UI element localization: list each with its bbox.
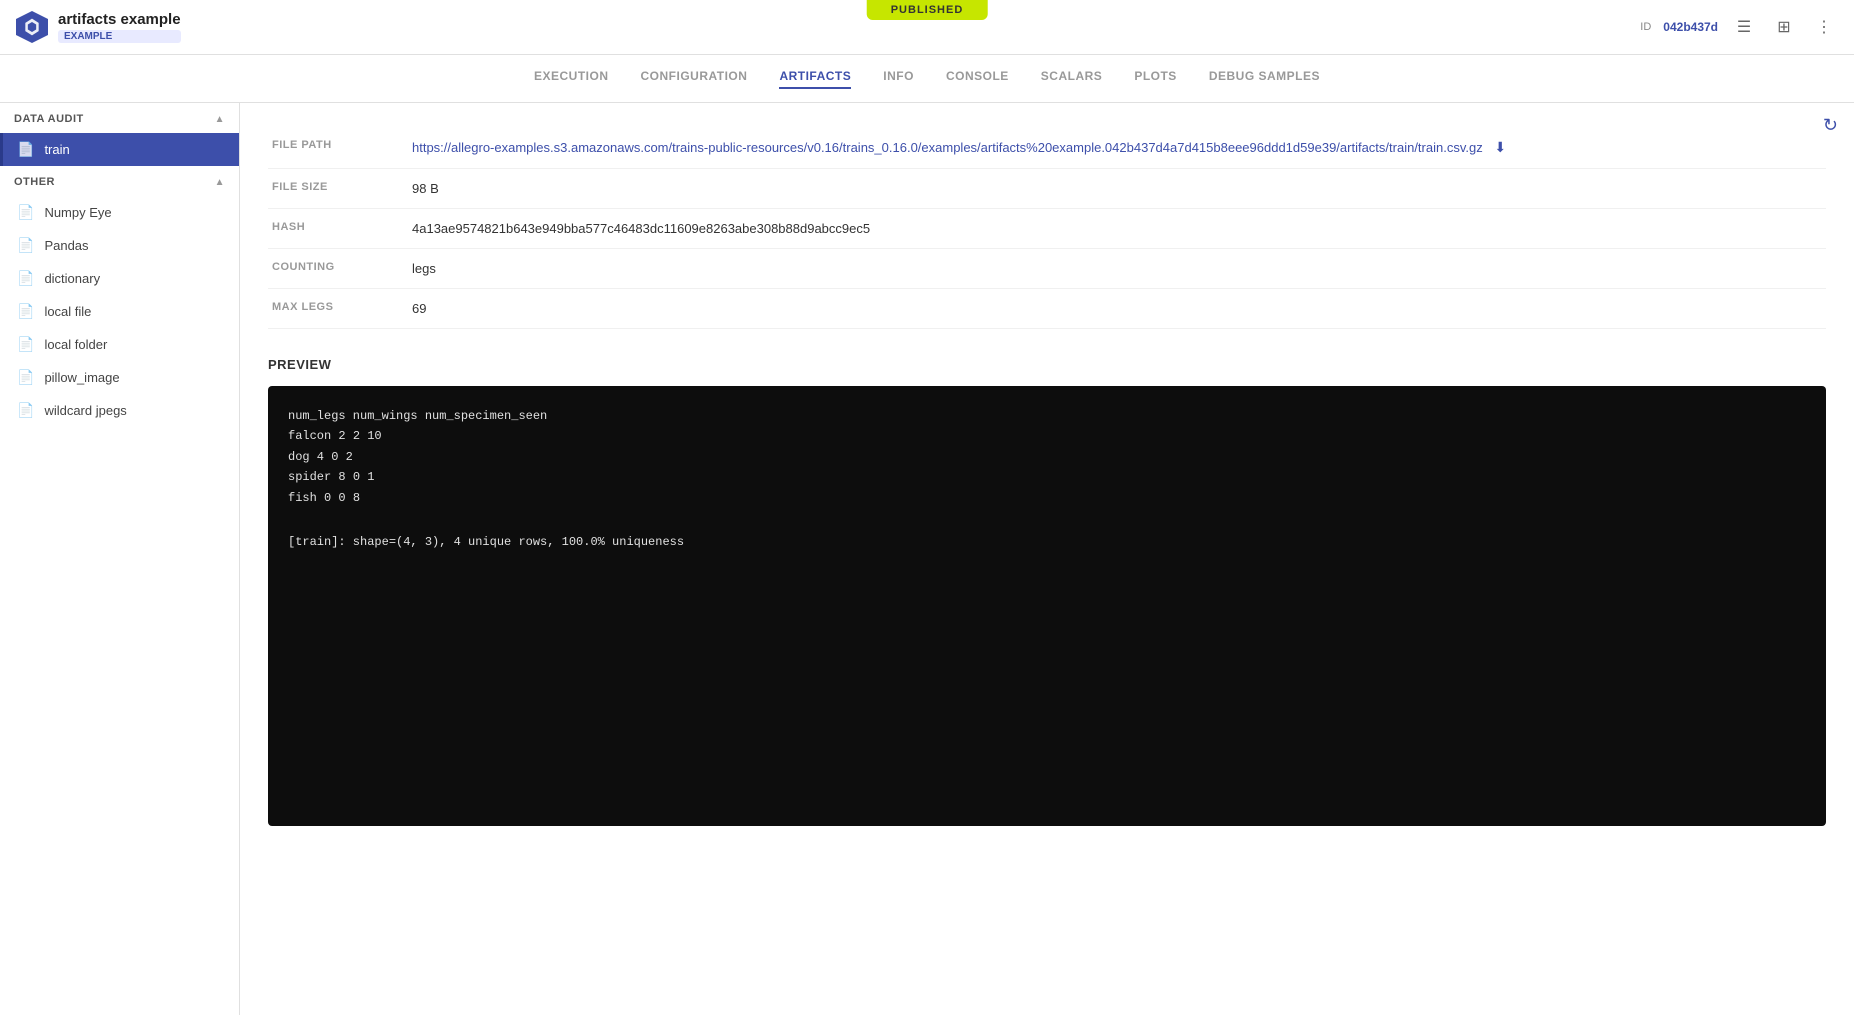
sidebar-item-dictionary[interactable]: 📄 dictionary [0, 262, 239, 295]
file-size-label: FILE SIZE [268, 169, 408, 209]
max-legs-value: 69 [408, 289, 1826, 329]
file-icon-pandas: 📄 [17, 237, 34, 254]
other-chevron: ▲ [215, 177, 225, 188]
id-label: ID [1640, 21, 1651, 33]
sidebar-item-pandas[interactable]: 📄 Pandas [0, 229, 239, 262]
id-value[interactable]: 042b437d [1663, 20, 1718, 34]
sidebar-item-local-file-label: local file [44, 304, 91, 319]
tab-configuration[interactable]: CONFIGURATION [641, 69, 748, 89]
sidebar-item-local-file[interactable]: 📄 local file [0, 295, 239, 328]
content-area: FILE PATH https://allegro-examples.s3.am… [240, 103, 1854, 1015]
tab-execution[interactable]: EXECUTION [534, 69, 609, 89]
file-icon-wildcard-jpegs: 📄 [17, 402, 34, 419]
file-icon-pillow-image: 📄 [17, 369, 34, 386]
file-path-label: FILE PATH [268, 127, 408, 169]
sidebar: DATA AUDIT ▲ 📄 train OTHER ▲ 📄 Numpy Eye… [0, 103, 240, 1015]
other-label: OTHER [14, 176, 55, 188]
tab-artifacts[interactable]: ARTIFACTS [779, 69, 851, 89]
menu-icon[interactable]: ⋮ [1810, 13, 1838, 41]
preview-box: num_legs num_wings num_specimen_seen fal… [268, 386, 1826, 826]
sidebar-item-pillow-image-label: pillow_image [44, 370, 119, 385]
sidebar-item-local-folder[interactable]: 📄 local folder [0, 328, 239, 361]
other-section-header[interactable]: OTHER ▲ [0, 166, 239, 196]
artifact-info-table: FILE PATH https://allegro-examples.s3.am… [268, 127, 1826, 329]
sidebar-item-wildcard-jpegs-label: wildcard jpegs [44, 403, 126, 418]
app-title: artifacts example [58, 11, 181, 28]
max-legs-label: MAX LEGS [268, 289, 408, 329]
published-banner: PUBLISHED [867, 0, 988, 20]
data-audit-chevron: ▲ [215, 114, 225, 125]
sidebar-item-dictionary-label: dictionary [44, 271, 100, 286]
refresh-icon[interactable]: ↻ [1823, 115, 1838, 136]
preview-row-spider: spider 8 0 1 [288, 467, 1806, 487]
sidebar-item-numpy-eye-label: Numpy Eye [44, 205, 111, 220]
data-audit-section-header[interactable]: DATA AUDIT ▲ [0, 103, 239, 133]
tab-console[interactable]: CONSOLE [946, 69, 1009, 89]
sidebar-item-train-label: train [44, 142, 69, 157]
file-icon-dictionary: 📄 [17, 270, 34, 287]
logo-area: artifacts example EXAMPLE [16, 11, 181, 43]
preview-row-fish: fish 0 0 8 [288, 488, 1806, 508]
file-icon-local-folder: 📄 [17, 336, 34, 353]
file-icon-train: 📄 [17, 141, 34, 158]
file-path-link[interactable]: https://allegro-examples.s3.amazonaws.co… [412, 140, 1483, 155]
layout-icon[interactable]: ⊞ [1770, 13, 1798, 41]
preview-table-header: num_legs num_wings num_specimen_seen [288, 406, 1806, 426]
app-logo-icon [16, 11, 48, 43]
example-badge: EXAMPLE [58, 30, 181, 43]
sidebar-item-pillow-image[interactable]: 📄 pillow_image [0, 361, 239, 394]
tab-debug-samples[interactable]: DEBUG SAMPLES [1209, 69, 1320, 89]
download-icon[interactable]: ⬇ [1494, 139, 1506, 155]
preview-row-falcon: falcon 2 2 10 [288, 426, 1806, 446]
sidebar-item-pandas-label: Pandas [44, 238, 88, 253]
hash-label: HASH [268, 209, 408, 249]
top-bar: artifacts example EXAMPLE PUBLISHED ID 0… [0, 0, 1854, 55]
sidebar-item-train[interactable]: 📄 train [0, 133, 239, 166]
preview-summary: [train]: shape=(4, 3), 4 unique rows, 10… [288, 532, 1806, 552]
top-right: ID 042b437d ☰ ⊞ ⋮ [1640, 13, 1838, 41]
sidebar-item-numpy-eye[interactable]: 📄 Numpy Eye [0, 196, 239, 229]
tab-scalars[interactable]: SCALARS [1041, 69, 1103, 89]
hash-value: 4a13ae9574821b643e949bba577c46483dc11609… [408, 209, 1826, 249]
file-icon-numpy-eye: 📄 [17, 204, 34, 221]
counting-value: legs [408, 249, 1826, 289]
tab-info[interactable]: INFO [883, 69, 914, 89]
sidebar-item-wildcard-jpegs[interactable]: 📄 wildcard jpegs [0, 394, 239, 427]
tab-plots[interactable]: PLOTS [1134, 69, 1177, 89]
preview-title: PREVIEW [268, 357, 1826, 372]
preview-row-dog: dog 4 0 2 [288, 447, 1806, 467]
app-title-area: artifacts example EXAMPLE [58, 11, 181, 43]
main-layout: DATA AUDIT ▲ 📄 train OTHER ▲ 📄 Numpy Eye… [0, 103, 1854, 1015]
data-audit-label: DATA AUDIT [14, 113, 84, 125]
file-size-value: 98 B [408, 169, 1826, 209]
notes-icon[interactable]: ☰ [1730, 13, 1758, 41]
file-icon-local-file: 📄 [17, 303, 34, 320]
tab-nav: EXECUTION CONFIGURATION ARTIFACTS INFO C… [0, 55, 1854, 103]
sidebar-item-local-folder-label: local folder [44, 337, 107, 352]
counting-label: COUNTING [268, 249, 408, 289]
file-path-value: https://allegro-examples.s3.amazonaws.co… [408, 127, 1826, 169]
